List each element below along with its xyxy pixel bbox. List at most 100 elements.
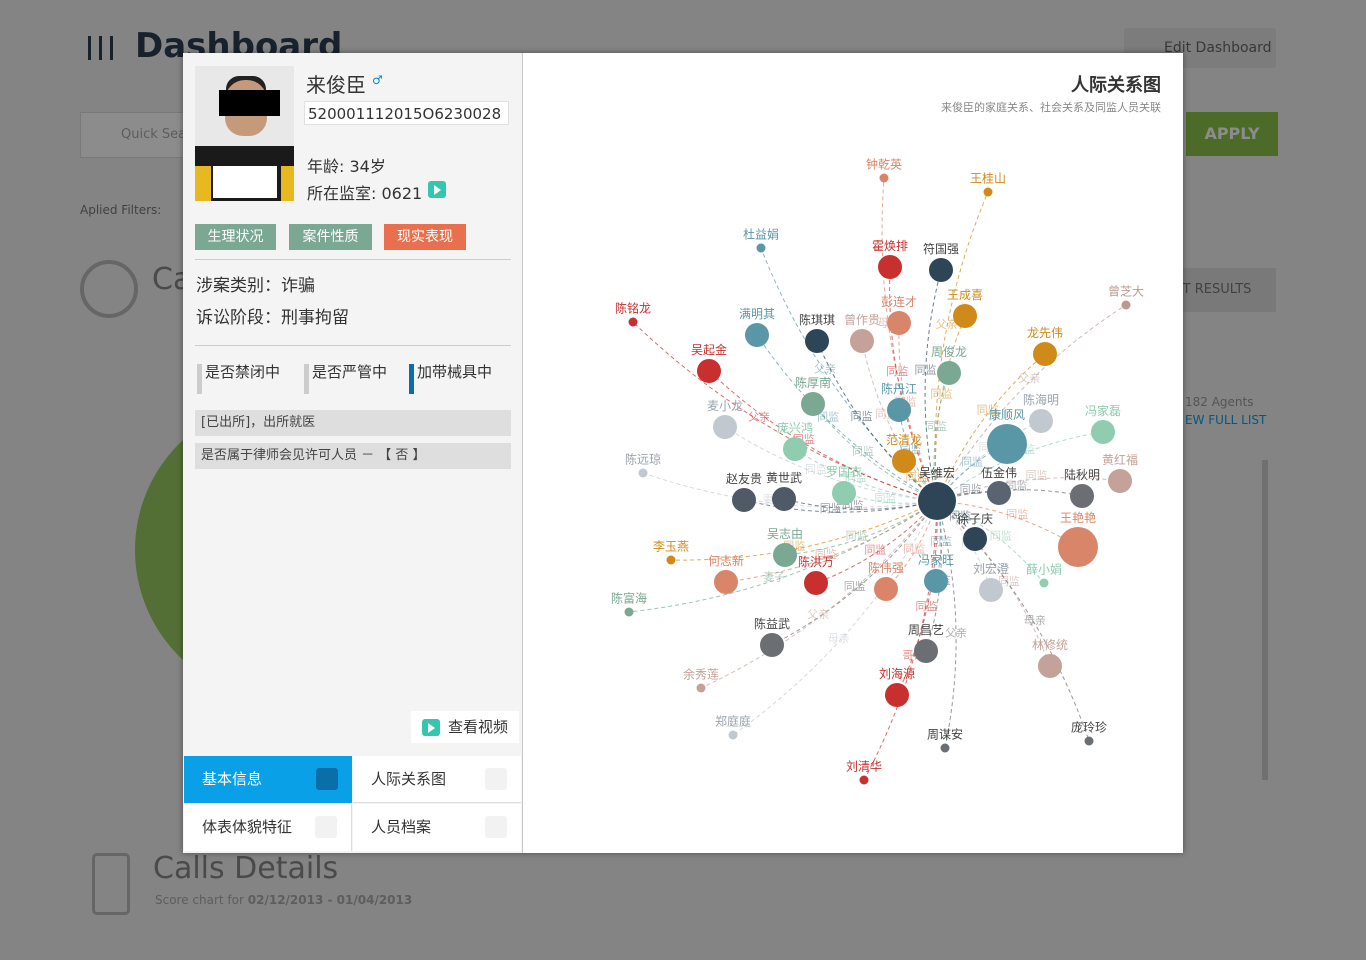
graph-node[interactable] xyxy=(885,683,909,707)
graph-node-label: 何志新 xyxy=(708,553,744,568)
graph-node-label: 冯家磊 xyxy=(1085,403,1121,418)
crime-type: 涉案类别：诈骗 xyxy=(196,276,315,296)
release-note: [已出所]，出所就医 xyxy=(195,410,511,436)
tab-relationship-graph[interactable]: 人际关系图 xyxy=(353,756,521,803)
graph-node-label: 曾作贵 xyxy=(844,313,880,327)
graph-node[interactable] xyxy=(940,743,950,753)
tab-physical-label: 体表体貌特征 xyxy=(202,818,293,836)
graph-node[interactable] xyxy=(1058,527,1098,567)
graph-node[interactable] xyxy=(801,392,825,416)
graph-node[interactable] xyxy=(1029,409,1053,433)
graph-node[interactable] xyxy=(859,775,869,785)
graph-node[interactable] xyxy=(628,317,638,327)
graph-node[interactable] xyxy=(924,569,948,593)
edge-label: 同监 xyxy=(844,580,866,593)
graph-node-label: 龙先伟 xyxy=(1027,326,1063,340)
edge-label: 同监 xyxy=(990,530,1012,543)
tab-personnel-label: 人员档案 xyxy=(371,818,432,836)
graph-node[interactable] xyxy=(1070,484,1094,508)
graph-node-label: 刘清华 xyxy=(846,760,882,774)
view-video-button[interactable]: 查看视频 xyxy=(411,711,519,743)
graph-node-label: 李玉燕 xyxy=(653,539,689,554)
graph-node-label: 陈洪万 xyxy=(798,554,834,569)
graph-node[interactable] xyxy=(1121,300,1131,310)
graph-node[interactable] xyxy=(624,607,634,617)
graph-node[interactable] xyxy=(745,323,769,347)
graph-node[interactable] xyxy=(914,639,938,663)
tab-personnel-file[interactable]: 人员档案 xyxy=(353,804,521,851)
edge-label: 同监 xyxy=(1006,508,1028,521)
graph-node[interactable] xyxy=(874,577,898,601)
graph-node[interactable] xyxy=(918,482,956,520)
graph-node[interactable] xyxy=(983,187,993,197)
tab-physical-features[interactable]: 体表体貌特征 xyxy=(184,804,352,851)
graph-node[interactable] xyxy=(887,311,911,335)
graph-node[interactable] xyxy=(878,255,902,279)
graph-node-label: 满明其 xyxy=(739,307,775,321)
graph-node[interactable] xyxy=(696,683,706,693)
graph-node[interactable] xyxy=(1108,469,1132,493)
graph-node[interactable] xyxy=(1091,420,1115,444)
graph-node[interactable] xyxy=(1038,654,1062,678)
graph-node[interactable] xyxy=(760,633,784,657)
graph-node[interactable] xyxy=(1084,736,1094,746)
graph-node[interactable] xyxy=(892,449,916,473)
graph-node-label: 林修统 xyxy=(1032,637,1068,652)
divider xyxy=(195,259,511,260)
graph-node[interactable] xyxy=(804,571,828,595)
graph-node-label: 王艳艳 xyxy=(1060,510,1096,525)
graph-node-label: 庞玲珍 xyxy=(1071,720,1107,735)
graph-node[interactable] xyxy=(987,424,1027,464)
graph-node[interactable] xyxy=(772,487,796,511)
edge-label: 同监 xyxy=(852,445,874,458)
graph-node[interactable] xyxy=(887,398,911,422)
graph-node[interactable] xyxy=(805,329,829,353)
tag-behavior[interactable]: 现实表现 xyxy=(384,224,466,250)
graph-node[interactable] xyxy=(929,258,953,282)
graph-node-label: 罗国衣 xyxy=(826,464,862,479)
edge-label: 父亲 xyxy=(807,607,829,621)
graph-node[interactable] xyxy=(1033,342,1057,366)
graph-node-label: 陈厚南 xyxy=(795,375,831,390)
person-name: 来俊臣 xyxy=(306,73,366,97)
graph-node[interactable] xyxy=(979,578,1003,602)
graph-node[interactable] xyxy=(666,555,676,565)
graph-node[interactable] xyxy=(953,304,977,328)
graph-node[interactable] xyxy=(728,730,738,740)
edge-label: 同监 xyxy=(846,530,868,543)
flag-confinement: 是否禁闭中 xyxy=(197,360,280,394)
relationship-graph[interactable]: 母亲父亲父亲同监同监父亲父亲同监同监同监同监同监同监同监同监同监同监同监同监同监… xyxy=(523,53,1183,853)
edge-label: 父亲 xyxy=(814,361,836,375)
graph-node[interactable] xyxy=(987,481,1011,505)
tag-case-nature[interactable]: 案件性质 xyxy=(289,224,372,250)
graph-node[interactable] xyxy=(963,527,987,551)
graph-node[interactable] xyxy=(732,488,756,512)
edge-label: 同监 xyxy=(864,543,886,556)
graph-node[interactable] xyxy=(832,481,856,505)
mugshot-photo xyxy=(195,66,294,201)
graph-node[interactable] xyxy=(638,468,648,478)
graph-node[interactable] xyxy=(850,329,874,353)
graph-node[interactable] xyxy=(783,437,807,461)
graph-node[interactable] xyxy=(697,359,721,383)
age-text: 年龄: 34岁 xyxy=(307,157,386,176)
video-icon[interactable] xyxy=(428,181,446,198)
graph-node-label: 陆秋明 xyxy=(1064,467,1100,482)
graph-node-label: 麦小龙 xyxy=(707,399,743,413)
tab-basic-info-label: 基本信息 xyxy=(202,770,263,788)
graph-node-label: 王成喜 xyxy=(947,288,983,302)
graph-node[interactable] xyxy=(1039,578,1049,588)
graph-node-label: 范清龙 xyxy=(886,433,922,447)
graph-node-label: 薛小娟 xyxy=(1026,563,1062,577)
graph-node[interactable] xyxy=(713,415,737,439)
tab-basic-info[interactable]: 基本信息 xyxy=(184,756,352,803)
graph-node[interactable] xyxy=(756,243,766,253)
graph-node-label: 吴维宏 xyxy=(919,465,955,480)
edge-label: 父亲 xyxy=(748,410,770,424)
graph-node[interactable] xyxy=(937,361,961,385)
graph-node[interactable] xyxy=(714,570,738,594)
tab-icon xyxy=(316,768,338,790)
graph-node[interactable] xyxy=(879,173,889,183)
graph-node[interactable] xyxy=(773,543,797,567)
tag-physical-status[interactable]: 生理状况 xyxy=(195,224,276,250)
